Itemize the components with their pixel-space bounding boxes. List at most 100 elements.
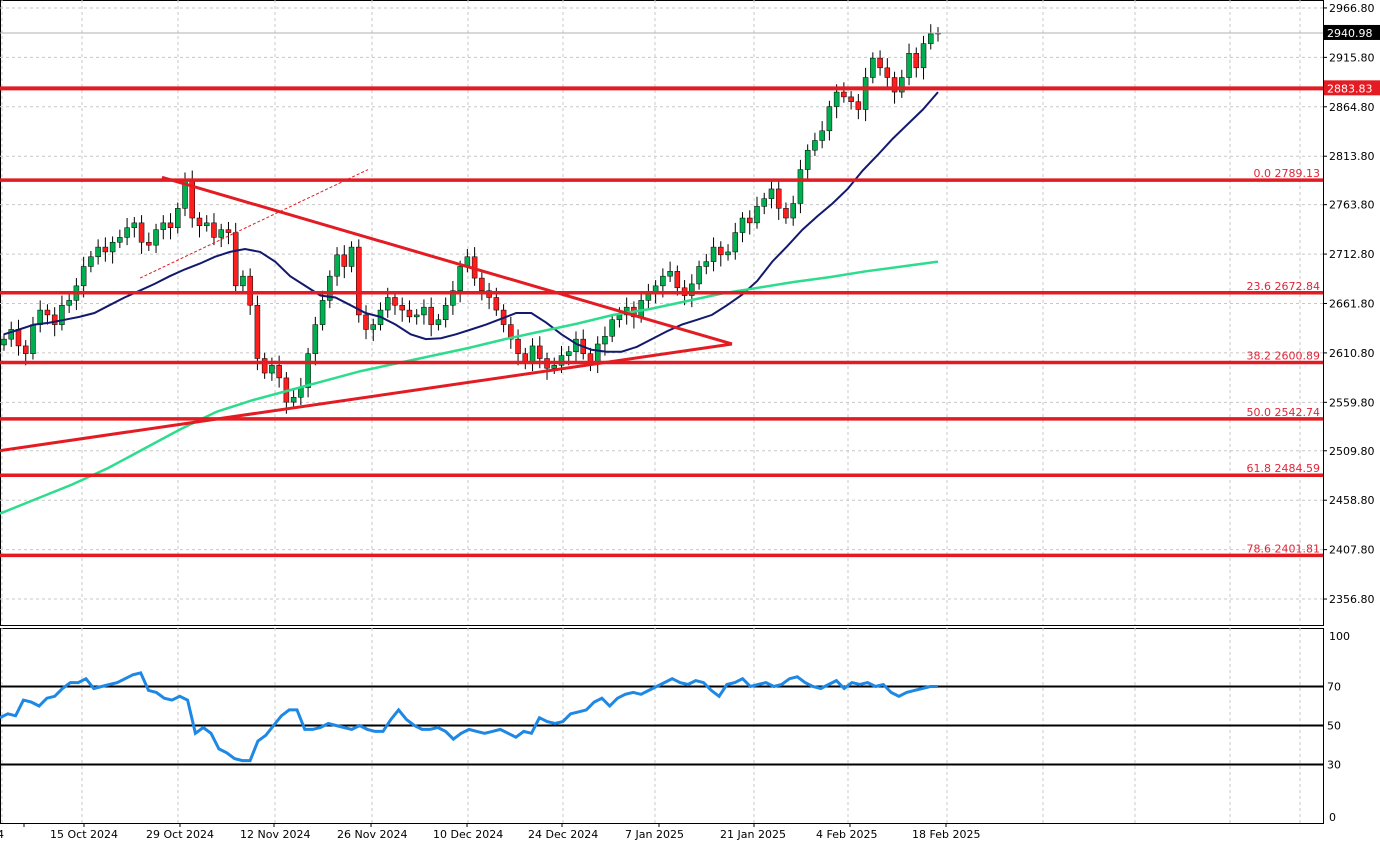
candle-bull <box>175 208 181 228</box>
candle-bull <box>218 229 224 238</box>
candle-bear <box>196 217 203 227</box>
y-tick-label: 2356.80 <box>1329 593 1375 606</box>
candle-bear <box>211 222 217 238</box>
candle-bear <box>102 246 109 253</box>
candle-bull <box>290 397 297 403</box>
candle-bull <box>348 246 355 267</box>
candle-bull <box>95 246 101 258</box>
candle-bull <box>754 206 760 224</box>
candle-bull <box>696 266 702 285</box>
candle-bull <box>645 293 652 301</box>
candle-bear <box>775 188 782 209</box>
candle-bear <box>493 297 500 311</box>
candle-bear <box>747 217 753 224</box>
candle-bull <box>66 300 72 306</box>
candle-bear <box>341 254 348 267</box>
candle-bull <box>660 275 666 287</box>
candle-bear <box>877 57 883 69</box>
candle-bull <box>30 324 36 354</box>
candle-bull <box>594 343 601 364</box>
y-tick-label: 2712.80 <box>1329 248 1375 261</box>
chart-canvas: 2966.80 2915.80 2864.80 2813.80 2763.80 2712.… <box>0 0 1380 841</box>
time-axis: 24 15 Oct 2024 29 Oct 2024 12 Nov 2024 26 No… <box>0 823 980 841</box>
candle-bull <box>609 319 615 337</box>
candle-bear <box>247 275 253 306</box>
current-price-label: 2940.98 <box>1327 27 1373 40</box>
y-tick-label: 2864.80 <box>1329 101 1375 114</box>
candle-bull <box>826 106 833 132</box>
fib-level-label-2: 38.2 2600.89 <box>1247 350 1320 363</box>
candle-bull <box>117 237 123 243</box>
candle-bear <box>855 101 862 110</box>
ma-fast-line <box>3 91 939 353</box>
candle-bull <box>804 149 811 170</box>
y-tick-label: 2966.80 <box>1329 2 1375 15</box>
fib-level-label-4: 61.8 2484.59 <box>1247 462 1320 475</box>
candle-bull <box>435 319 442 325</box>
candle-bull <box>334 254 340 277</box>
candle-bear <box>913 53 920 69</box>
candle-bull <box>812 140 818 151</box>
candle-bear <box>428 306 434 325</box>
y-tick-label: 2559.80 <box>1329 396 1375 409</box>
x-tick-label: 18 Feb 2025 <box>912 828 980 841</box>
candle-bull <box>319 300 326 325</box>
rsi-y-tick-label: 100 <box>1329 630 1350 643</box>
candle-bull <box>819 130 825 141</box>
candle-bear <box>718 246 724 256</box>
candle-bear <box>167 222 174 228</box>
fib-level-label-0: 0.0 2789.13 <box>1254 167 1320 180</box>
candle-bull <box>797 169 804 204</box>
candle-bull <box>928 33 934 44</box>
candle-bull <box>153 229 159 246</box>
candle-bear <box>225 229 232 233</box>
candle-bull <box>203 222 210 227</box>
rsi-level-label-50: 50 <box>1327 720 1341 733</box>
candle-bull <box>269 365 275 374</box>
main-panel-border <box>0 0 1324 626</box>
trendline-lower <box>0 342 733 453</box>
y-tick-label: 2509.80 <box>1329 445 1375 458</box>
candle-bull <box>833 91 840 107</box>
candle-bull <box>1 338 7 346</box>
candle-bull <box>870 57 876 78</box>
y-tick-label: 2813.80 <box>1329 150 1375 163</box>
x-tick-label: 24 Dec 2024 <box>528 828 598 841</box>
candle-bear <box>363 314 369 330</box>
candle-bull <box>920 43 927 69</box>
candle-bull <box>298 387 304 398</box>
x-tick-label: 4 Feb 2025 <box>816 828 877 841</box>
candles-group <box>1 24 941 414</box>
main-price-panel: 2966.80 2915.80 2864.80 2813.80 2763.80 2712.… <box>0 0 1380 626</box>
candle-bull <box>761 198 767 207</box>
x-tick-label: 21 Jan 2025 <box>720 828 786 841</box>
candle-bear <box>15 329 22 347</box>
candle-bull <box>602 335 608 345</box>
candle-bull <box>725 251 731 256</box>
candle-bull <box>667 271 673 277</box>
candle-bull <box>421 306 427 316</box>
rsi-y-tick-label: 0 <box>1329 811 1336 824</box>
rsi-level-label-70: 70 <box>1327 681 1341 694</box>
candle-bear <box>884 67 891 78</box>
candle-bear <box>276 365 282 379</box>
y-tick-label: 2407.80 <box>1329 544 1375 557</box>
candle-bull <box>80 266 87 287</box>
candle-bull <box>88 256 94 267</box>
candle-bear <box>261 358 268 374</box>
candle-bull <box>59 304 65 325</box>
candle-bear <box>254 304 261 359</box>
candle-bull <box>638 300 644 318</box>
x-tick-label: 7 Jan 2025 <box>625 828 684 841</box>
candle-bull <box>37 309 43 325</box>
rsi-panel: 100 0 70 50 30 <box>0 628 1350 824</box>
trendline-dashed <box>139 169 369 279</box>
candle-bear <box>392 297 398 306</box>
candle-bull <box>457 266 463 291</box>
rsi-level-label-30: 30 <box>1327 759 1341 772</box>
candle-bull <box>732 232 739 253</box>
candle-bull <box>551 365 558 369</box>
candle-bear <box>848 96 854 102</box>
x-tick-label: 26 Nov 2024 <box>337 828 407 841</box>
candle-bull <box>703 261 710 267</box>
